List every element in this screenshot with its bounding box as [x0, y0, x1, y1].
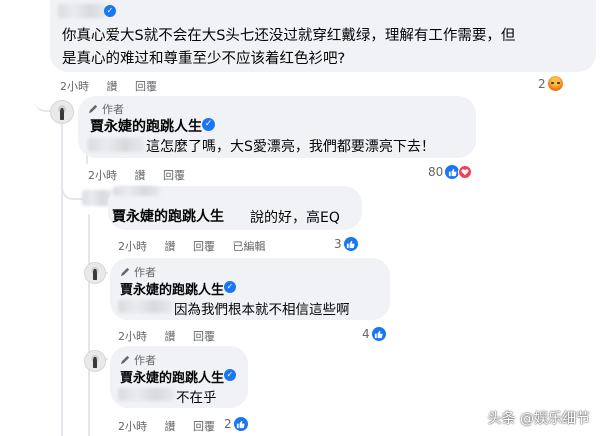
avatar[interactable] — [84, 350, 106, 372]
thread-curve-2 — [61, 178, 83, 200]
reaction-count: 80 — [428, 165, 444, 179]
top-comment-bubble: ✓ 你真心爱大S就不会在大S头七还没过就穿红戴绿，理解有工作需要，但 是真心的难… — [50, 0, 596, 72]
like-icon — [343, 237, 358, 251]
reply2-text: 說的好，高EQ — [250, 210, 340, 226]
verified-icon: ✓ — [202, 118, 215, 131]
watermark: 头条 @娱乐细节 — [487, 411, 590, 427]
pen-icon — [120, 355, 130, 365]
reply1-bubble: 作者 賈永婕的跑跳人生 ✓ 這怎麼了嗎，大S愛漂亮，我們都要漂亮下去！ — [78, 96, 476, 158]
like-link[interactable]: 讚 — [165, 240, 176, 253]
like-icon — [233, 417, 248, 431]
thread-line-nested — [88, 214, 90, 436]
reply4-meta: 2小時 讚 回覆 — [118, 418, 229, 434]
edited-label: 已編輯 — [232, 240, 266, 253]
reply-link[interactable]: 回覆 — [193, 330, 215, 343]
reply4-bubble: 作者 賈永婕的跑跳人生 ✓ 不在乎 — [110, 346, 248, 408]
reply2-blurred-header — [112, 186, 160, 196]
reply2-meta: 2小時 讚 回覆 已編輯 — [118, 238, 280, 254]
author-badge: 作者 — [120, 352, 156, 368]
reaction-count: 3 — [334, 237, 342, 251]
reply1-text: 這怎麼了嗎，大S愛漂亮，我們都要漂亮下去！ — [146, 139, 435, 155]
reply1-meta: 2小時 讚 回覆 — [88, 167, 199, 183]
timestamp[interactable]: 2小時 — [60, 80, 89, 93]
top-comment-text-line2: 是真心的难过和尊重至少不应该着红色衫吧? — [62, 51, 346, 67]
reply2-reactions[interactable]: 3 — [334, 237, 358, 251]
heart-icon — [458, 165, 473, 179]
reply3-author-name[interactable]: 賈永婕的跑跳人生 — [120, 279, 224, 298]
reply4-author-name[interactable]: 賈永婕的跑跳人生 — [120, 367, 224, 386]
like-link[interactable]: 讚 — [135, 169, 146, 182]
author-label: 作者 — [102, 103, 124, 116]
reply3-bubble: 作者 賈永婕的跑跳人生 ✓ 因為我們根本就不相信這些啊 — [110, 258, 390, 320]
reply1-reactions[interactable]: 80 — [428, 165, 473, 179]
reply3-meta: 2小時 讚 回覆 — [118, 328, 229, 344]
timestamp[interactable]: 2小時 — [118, 420, 147, 433]
reaction-count: 2 — [224, 417, 232, 431]
reply3-reactions[interactable]: 4 — [362, 327, 386, 341]
thread-line-main — [61, 100, 63, 436]
author-label: 作者 — [134, 266, 156, 279]
reply-link[interactable]: 回覆 — [193, 420, 215, 433]
timestamp[interactable]: 2小時 — [88, 169, 117, 182]
reaction-count: 2 — [538, 76, 546, 91]
avatar[interactable] — [84, 262, 106, 284]
reply3-text: 因為我們根本就不相信這些啊 — [174, 302, 350, 318]
reply-link[interactable]: 回覆 — [193, 240, 215, 253]
like-link[interactable]: 讚 — [107, 80, 118, 93]
pen-icon — [88, 104, 98, 114]
top-comment-blurred-name — [58, 4, 106, 18]
reply1-blurred-mention — [88, 138, 144, 152]
top-comment-reactions[interactable]: 2 — [538, 76, 563, 91]
timestamp[interactable]: 2小時 — [118, 240, 147, 253]
timestamp[interactable]: 2小時 — [118, 330, 147, 343]
reply1-author-name[interactable]: 賈永婕的跑跳人生 — [90, 116, 202, 136]
reply4-text: 不在乎 — [176, 390, 217, 406]
reply4-blurred-mention — [118, 388, 174, 401]
like-link[interactable]: 讚 — [165, 420, 176, 433]
author-label: 作者 — [134, 354, 156, 367]
reply2-mention-name[interactable]: 賈永婕的跑跳人生 — [112, 206, 224, 226]
like-link[interactable]: 讚 — [165, 330, 176, 343]
reply3-blurred-mention — [118, 300, 172, 313]
pen-icon — [120, 267, 130, 277]
verified-icon: ✓ — [104, 5, 116, 17]
top-comment-text-line1: 你真心爱大S就不会在大S头七还没过就穿红戴绿，理解有工作需要，但 — [62, 28, 516, 44]
verified-icon: ✓ — [224, 369, 236, 381]
like-icon — [445, 165, 460, 179]
like-icon — [371, 327, 386, 341]
reply-link[interactable]: 回覆 — [135, 80, 157, 93]
reaction-count: 4 — [362, 327, 370, 341]
avatar[interactable] — [50, 100, 74, 124]
top-comment-meta: 2小時 讚 回覆 — [60, 78, 171, 94]
author-badge: 作者 — [120, 264, 156, 280]
author-badge: 作者 — [88, 101, 124, 117]
reply2-bubble: 賈永婕的跑跳人生 說的好，高EQ — [108, 186, 362, 230]
reply4-reactions[interactable]: 2 — [224, 417, 248, 431]
verified-icon: ✓ — [224, 281, 236, 293]
reply-link[interactable]: 回覆 — [163, 169, 185, 182]
angry-icon — [547, 76, 563, 91]
